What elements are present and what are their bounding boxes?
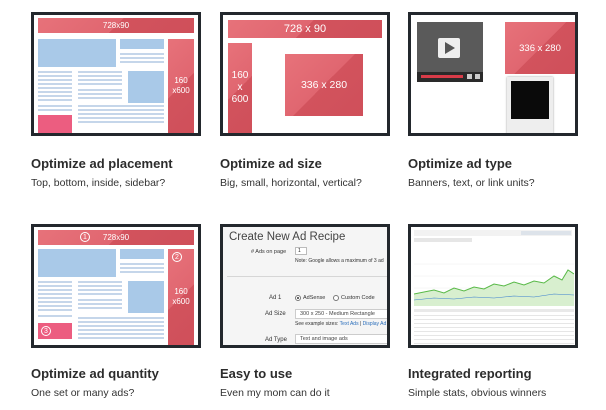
content-block (38, 249, 116, 277)
ad-size-value: 300 x 250 - Medium Rectangle (300, 311, 375, 317)
play-icon (438, 38, 460, 58)
ad-type-value: Text and image ads (300, 336, 348, 342)
card-title: Optimize ad placement (31, 156, 173, 171)
card-title: Optimize ad quantity (31, 366, 159, 381)
leaderboard-ad: 728x90 (38, 18, 194, 33)
content-block (128, 71, 164, 103)
ads-note: Note: Google allows a maximum of 3 ad (295, 258, 384, 264)
report-date-range (521, 231, 571, 235)
card-subtitle: One set or many ads? (31, 387, 135, 399)
card-title: Optimize ad type (408, 156, 513, 171)
skyscraper-ad: 160 x 600 (228, 43, 252, 133)
image-ad (507, 77, 553, 133)
rectangle-ad-label: 336 x 280 (300, 79, 348, 91)
adsense-radio[interactable] (295, 295, 301, 301)
card-title: Optimize ad size (220, 156, 322, 171)
skyscraper-ad-label: 160 x 600 (231, 70, 249, 105)
leaderboard-ad: 728 x 90 (228, 20, 382, 38)
card-subtitle: Simple stats, obvious winners (408, 387, 547, 399)
recipe-heading: Create New Ad Recipe (229, 231, 346, 243)
ad-number-3: 3 (41, 326, 51, 336)
leaderboard-ad-label: 728x90 (102, 21, 130, 30)
content-block (38, 39, 116, 67)
card-ad-quantity[interactable]: 728x90 1 160 x600 2 3 (31, 224, 201, 348)
display-ads-link[interactable]: Display Ad (363, 321, 387, 327)
custom-code-radio[interactable] (333, 295, 339, 301)
inline-ad (38, 115, 72, 133)
card-subtitle: Even my mom can do it (220, 387, 330, 399)
ad-label: Ad 1 (269, 295, 282, 301)
content-block (128, 281, 164, 313)
skyscraper-ad: 160 x600 (168, 39, 194, 133)
skyscraper-ad-label: 160 x600 (172, 287, 190, 306)
card-title: Easy to use (220, 366, 293, 381)
skyscraper-ad: 160 x600 (168, 249, 194, 345)
ads-on-page-select[interactable]: 1 (295, 247, 307, 255)
report-toolbar (414, 238, 472, 242)
card-subtitle: Banners, text, or link units? (408, 177, 535, 189)
card-subtitle: Big, small, horizontal, vertical? (220, 177, 362, 189)
card-subtitle: Top, bottom, inside, sidebar? (31, 177, 166, 189)
card-ad-size[interactable]: 728 x 90 160 x 600 336 x 280 (220, 12, 390, 136)
video-player (417, 22, 483, 82)
line-chart-graphic (413, 263, 575, 306)
adsense-label: AdSense (303, 295, 326, 301)
card-integrated-reporting[interactable] (408, 224, 578, 348)
video-controls (417, 72, 483, 82)
ad-number-1: 1 (80, 232, 90, 242)
card-ad-placement[interactable]: 728x90 160 x600 (31, 12, 201, 136)
ad-number-2: 2 (172, 252, 182, 262)
divider (227, 276, 387, 277)
leaderboard-ad-label: 728 x 90 (283, 23, 327, 35)
report-table (414, 309, 574, 345)
ad-size-label: Ad Size (265, 311, 286, 317)
ads-on-page-label: # Ads on page (251, 249, 287, 255)
report-chart (413, 254, 575, 306)
rectangle-ad: 336 x 280 (505, 22, 575, 74)
skyscraper-ad-label: 160 x600 (172, 76, 190, 95)
custom-code-label: Custom Code (341, 295, 375, 301)
content-block (120, 249, 164, 259)
ad-type-select[interactable]: Text and image ads (295, 334, 387, 344)
card-ad-type[interactable]: 336 x 280 (408, 12, 578, 136)
ad-size-select[interactable]: 300 x 250 - Medium Rectangle (295, 309, 387, 319)
rectangle-ad-label: 336 x 280 (519, 42, 561, 54)
rectangle-ad: 336 x 280 (285, 54, 363, 116)
content-block (120, 39, 164, 49)
card-title: Integrated reporting (408, 366, 532, 381)
ad-type-label: Ad Type (265, 337, 287, 343)
leaderboard-ad: 728x90 (38, 230, 194, 245)
card-easy-to-use[interactable]: Create New Ad Recipe # Ads on page 1 Not… (220, 224, 390, 348)
ads-on-page-value: 1 (298, 248, 301, 254)
text-ads-link[interactable]: Text Ads (340, 321, 359, 327)
example-sizes: See example sizes: Text Ads | Display Ad (295, 321, 387, 327)
leaderboard-ad-label: 728x90 (102, 233, 130, 242)
